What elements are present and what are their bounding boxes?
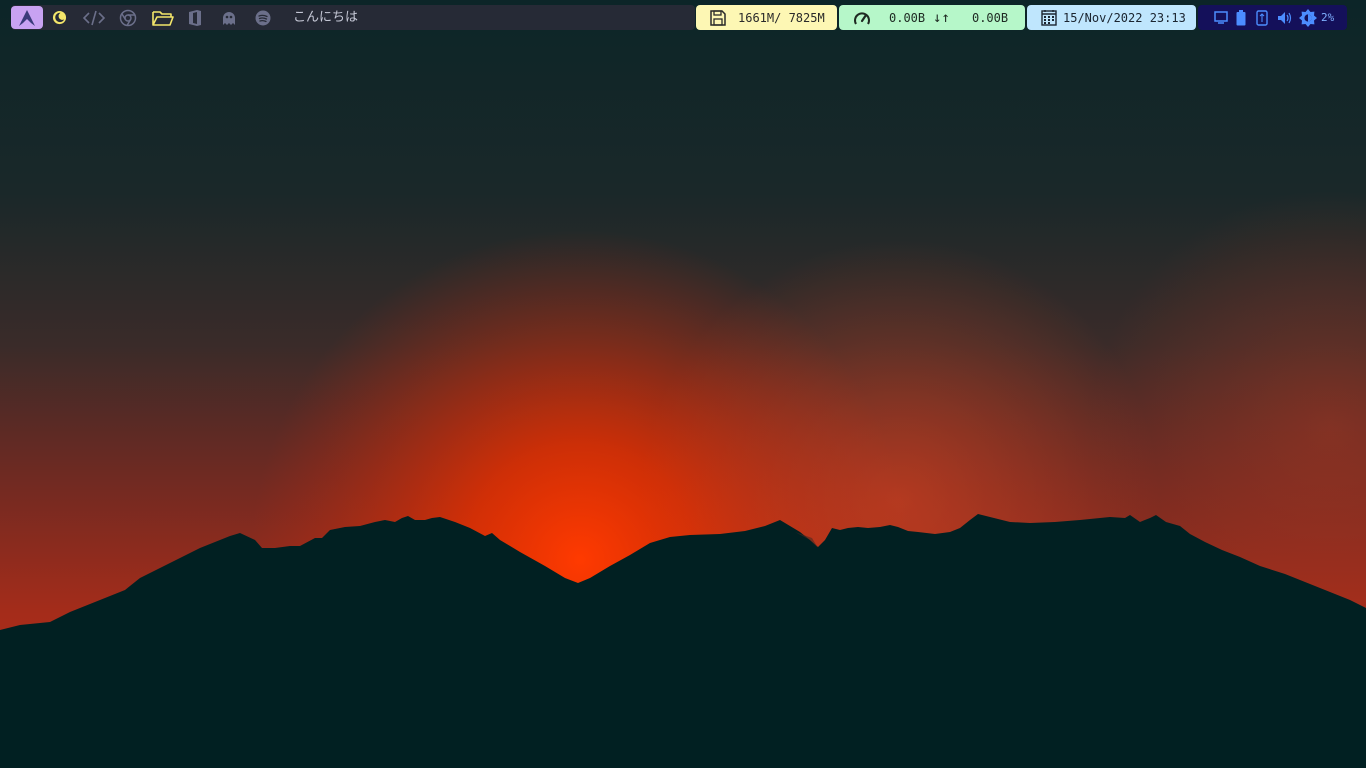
- volume-icon[interactable]: [1277, 11, 1292, 25]
- floppy-disk-icon: [710, 9, 726, 26]
- brightness-icon[interactable]: [1299, 8, 1317, 27]
- window-title: こんにちは: [293, 10, 359, 25]
- memory-usage: 1661M/ 7825M: [738, 10, 825, 25]
- ghost-icon: [223, 11, 235, 25]
- workspace-5-button[interactable]: [151, 5, 175, 30]
- network-arrows: ↓↑: [933, 9, 950, 26]
- workspace-6-button[interactable]: [185, 5, 205, 30]
- clock-module[interactable]: 15/Nov/2022 23:13: [1027, 5, 1196, 30]
- workspace-8-button[interactable]: [253, 5, 273, 30]
- workspace-7-button[interactable]: [218, 5, 240, 30]
- monitor-icon[interactable]: [1214, 11, 1228, 24]
- memory-module[interactable]: 1661M/ 7825M: [696, 5, 837, 30]
- network-up: 0.00B: [971, 10, 1009, 25]
- workspace-1-button[interactable]: [11, 6, 43, 29]
- status-bar: こんにちは 1661M/ 7825M 0.00B ↓↑ 0.00B 15/Nov…: [11, 5, 1347, 30]
- speedometer-icon: [854, 11, 870, 25]
- system-tray: 2%: [1198, 5, 1347, 30]
- network-down: 0.00B: [889, 10, 926, 25]
- desktop-wallpaper: [0, 0, 1366, 768]
- workspace-4-button[interactable]: [117, 5, 139, 30]
- network-module[interactable]: 0.00B ↓↑ 0.00B: [839, 5, 1025, 30]
- workspace-3-button[interactable]: [81, 5, 107, 30]
- clock-date-time: 15/Nov/2022 23:13: [1063, 10, 1186, 25]
- folder-icon: [152, 10, 174, 26]
- browser-icon: [119, 9, 137, 26]
- calendar-icon: [1041, 10, 1057, 26]
- arch-logo-icon: [19, 9, 35, 26]
- brightness-level: 2%: [1321, 11, 1335, 24]
- mountain-silhouette: [0, 514, 1366, 768]
- spotify-icon: [255, 10, 271, 25]
- code-icon: [83, 10, 105, 25]
- workspaces-panel: こんにちは: [11, 5, 695, 30]
- battery-icon[interactable]: [1236, 9, 1246, 26]
- moon-icon: [52, 10, 66, 25]
- workspace-2-button[interactable]: [49, 5, 69, 30]
- usb-drive-icon[interactable]: [1256, 9, 1268, 26]
- office-icon: [189, 9, 201, 26]
